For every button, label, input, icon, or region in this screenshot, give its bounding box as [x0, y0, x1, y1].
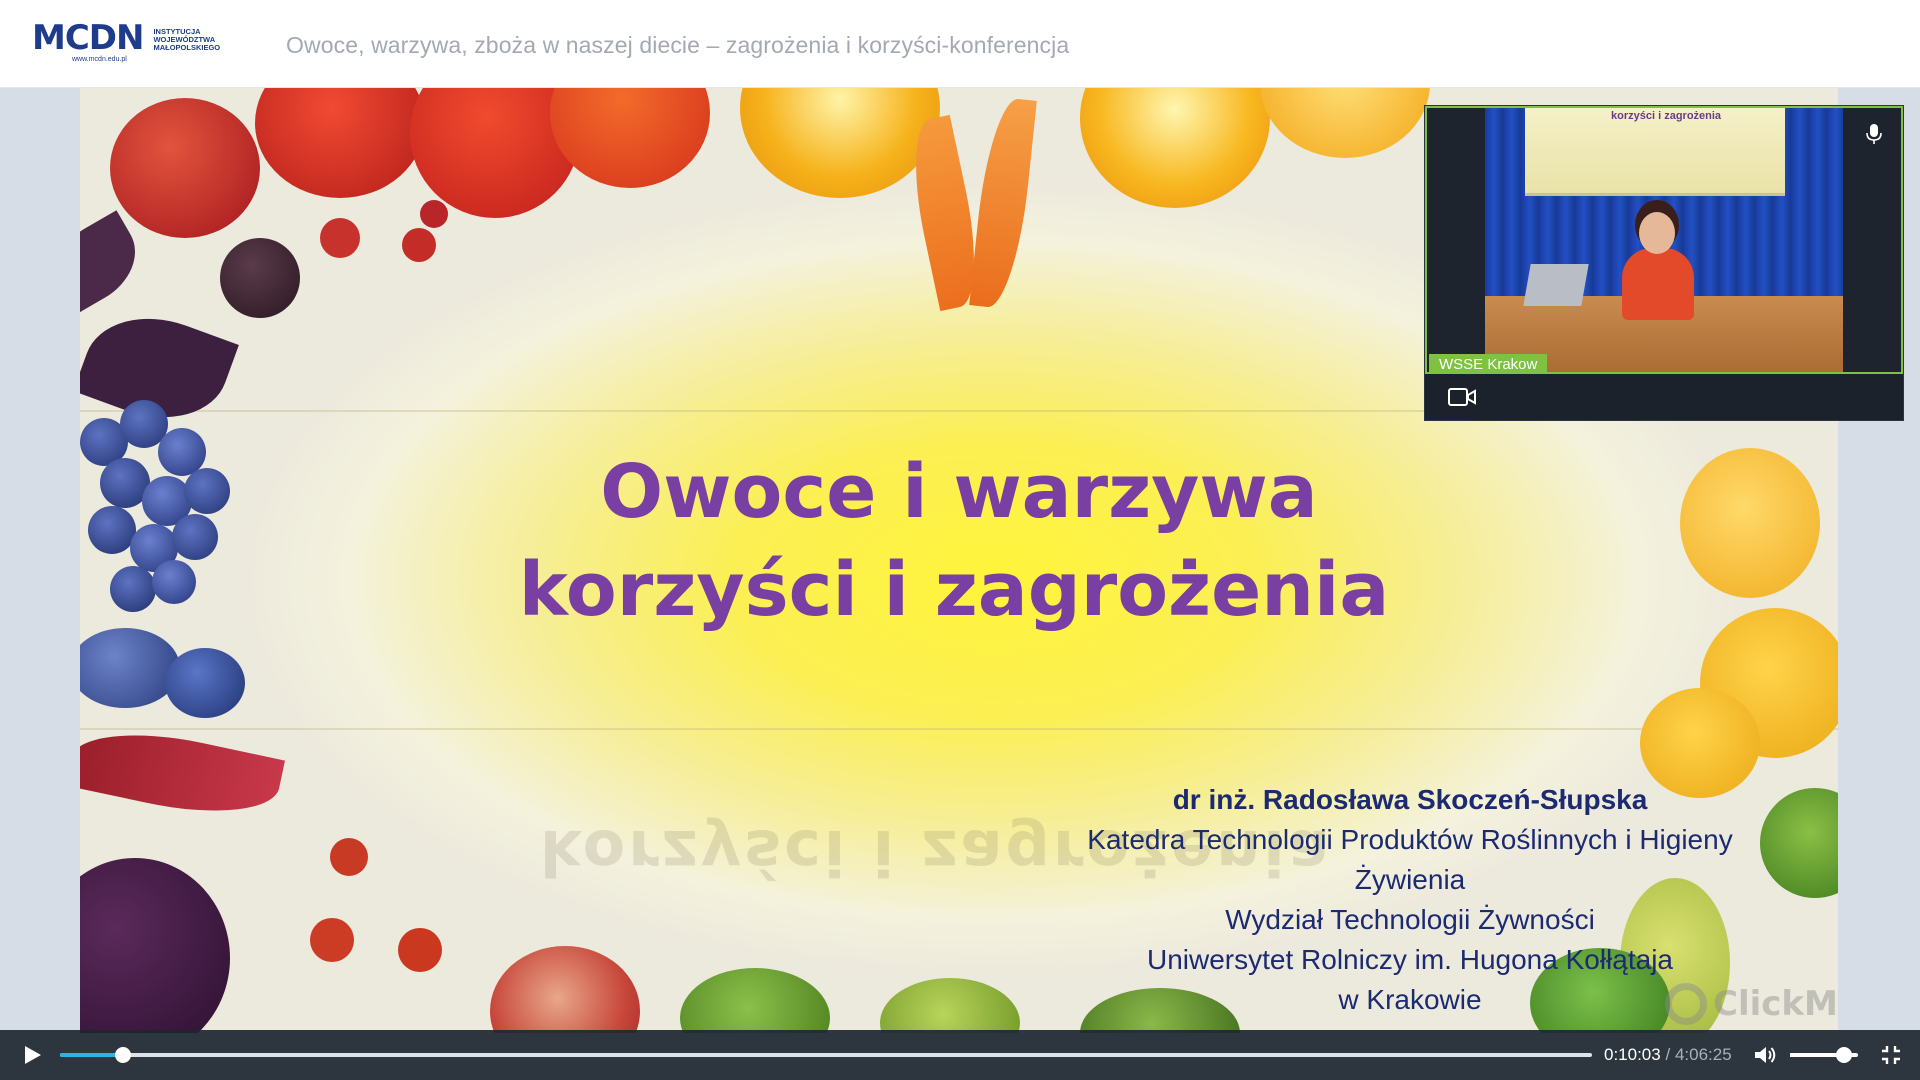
progress-handle[interactable] — [114, 1047, 131, 1063]
cherry-tomato-decoration — [420, 200, 448, 228]
volume-slider[interactable] — [1790, 1047, 1858, 1063]
affiliation-line: Żywienia — [1354, 864, 1466, 895]
orange-slice-decoration — [1080, 88, 1270, 208]
webcam-panel[interactable]: korzyści i zagrożenia WSSE Krakow — [1424, 105, 1904, 421]
video-letterbox — [1427, 108, 1485, 372]
play-icon[interactable] — [20, 1043, 44, 1067]
plum-decoration — [220, 238, 300, 318]
watermark-text: ClickMeeting — [1713, 984, 1838, 1024]
presentation-stage: Owoce i warzywa korzyści i zagrożenia ko… — [0, 88, 1920, 1080]
video-camera-icon[interactable] — [1447, 386, 1477, 408]
affiliation-line: Wydział Technologii Żywności — [1225, 904, 1595, 935]
projector-screen-text: korzyści i zagrożenia — [1611, 110, 1722, 122]
tomato-decoration — [255, 88, 425, 198]
clickmeeting-watermark: ClickMeeting — [1665, 983, 1838, 1025]
time-display: 0:10:03 / 4:06:25 — [1604, 1045, 1732, 1065]
apple-decoration — [110, 98, 260, 238]
slide-title-line-1: Owoce i warzywa — [600, 449, 1318, 535]
projector-screen: korzyści i zagrożenia — [1525, 108, 1785, 196]
slide-title: Owoce i warzywa korzyści i zagrożenia — [80, 443, 1838, 639]
orange-slice-decoration — [740, 88, 940, 198]
webcam-toolbar — [1425, 374, 1903, 420]
player-controls: 0:10:03 / 4:06:25 — [0, 1030, 1920, 1080]
time-separator: / — [1665, 1045, 1671, 1064]
microphone-icon[interactable] — [1863, 122, 1885, 146]
presenter-head — [1639, 212, 1675, 254]
cherry-tomato-decoration — [330, 838, 368, 876]
page-title: Owoce, warzywa, zboża w naszej diecie – … — [286, 32, 1070, 58]
cherry-tomato-decoration — [320, 218, 360, 258]
cucumber-decoration — [680, 968, 830, 1033]
webcam-video: korzyści i zagrożenia WSSE Krakow — [1425, 106, 1903, 374]
carrot-decoration — [969, 96, 1037, 310]
affiliation-line: Katedra Technologii Produktów Roślinnych… — [1087, 824, 1733, 855]
presenter — [1622, 248, 1694, 320]
volume-handle[interactable] — [1836, 1047, 1853, 1063]
progress-fill — [60, 1053, 123, 1057]
logo-url: www.mcdn.edu.pl — [72, 56, 127, 63]
plum-decoration — [80, 628, 180, 708]
volume-icon[interactable] — [1752, 1043, 1778, 1067]
exit-fullscreen-icon[interactable] — [1880, 1044, 1902, 1066]
orange-decoration — [1260, 88, 1430, 158]
logo-mark: MCDN www.mcdn.edu.pl — [32, 18, 144, 63]
clickmeeting-logo-icon — [1665, 983, 1707, 1025]
tabletop-line — [80, 728, 1838, 730]
webcam-label: WSSE Krakow — [1429, 354, 1548, 372]
basil-leaf-decoration — [80, 210, 152, 316]
cherry-tomato-decoration — [310, 918, 354, 962]
cherry-tomato-decoration — [398, 928, 442, 972]
slide-title-line-2: korzyści i zagrożenia — [518, 547, 1390, 633]
app-header: MCDN www.mcdn.edu.pl Instytucja Wojewódz… — [0, 0, 1920, 88]
author-name: dr inż. Radosława Skoczeń-Słupska — [1172, 784, 1648, 815]
pepper-decoration — [80, 716, 285, 830]
video-letterbox — [1843, 108, 1901, 372]
cherry-tomato-decoration — [402, 228, 436, 262]
mcdn-logo[interactable]: MCDN www.mcdn.edu.pl Instytucja Wojewódz… — [32, 18, 222, 68]
affiliation-line: Uniwersytet Rolniczy im. Hugona Kołłątaj… — [1147, 944, 1673, 975]
pepper-decoration — [550, 88, 710, 188]
current-time: 0:10:03 — [1604, 1045, 1661, 1064]
laptop — [1523, 264, 1589, 306]
logo-word: MCDN — [32, 18, 144, 58]
peach-decoration — [490, 946, 640, 1033]
total-time: 4:06:25 — [1674, 1045, 1732, 1064]
eggplant-decoration — [80, 858, 230, 1033]
logo-institution: Instytucja Województwa Małopolskiego — [153, 27, 221, 52]
progress-bar[interactable] — [60, 1047, 1592, 1063]
plum-decoration — [165, 648, 245, 718]
